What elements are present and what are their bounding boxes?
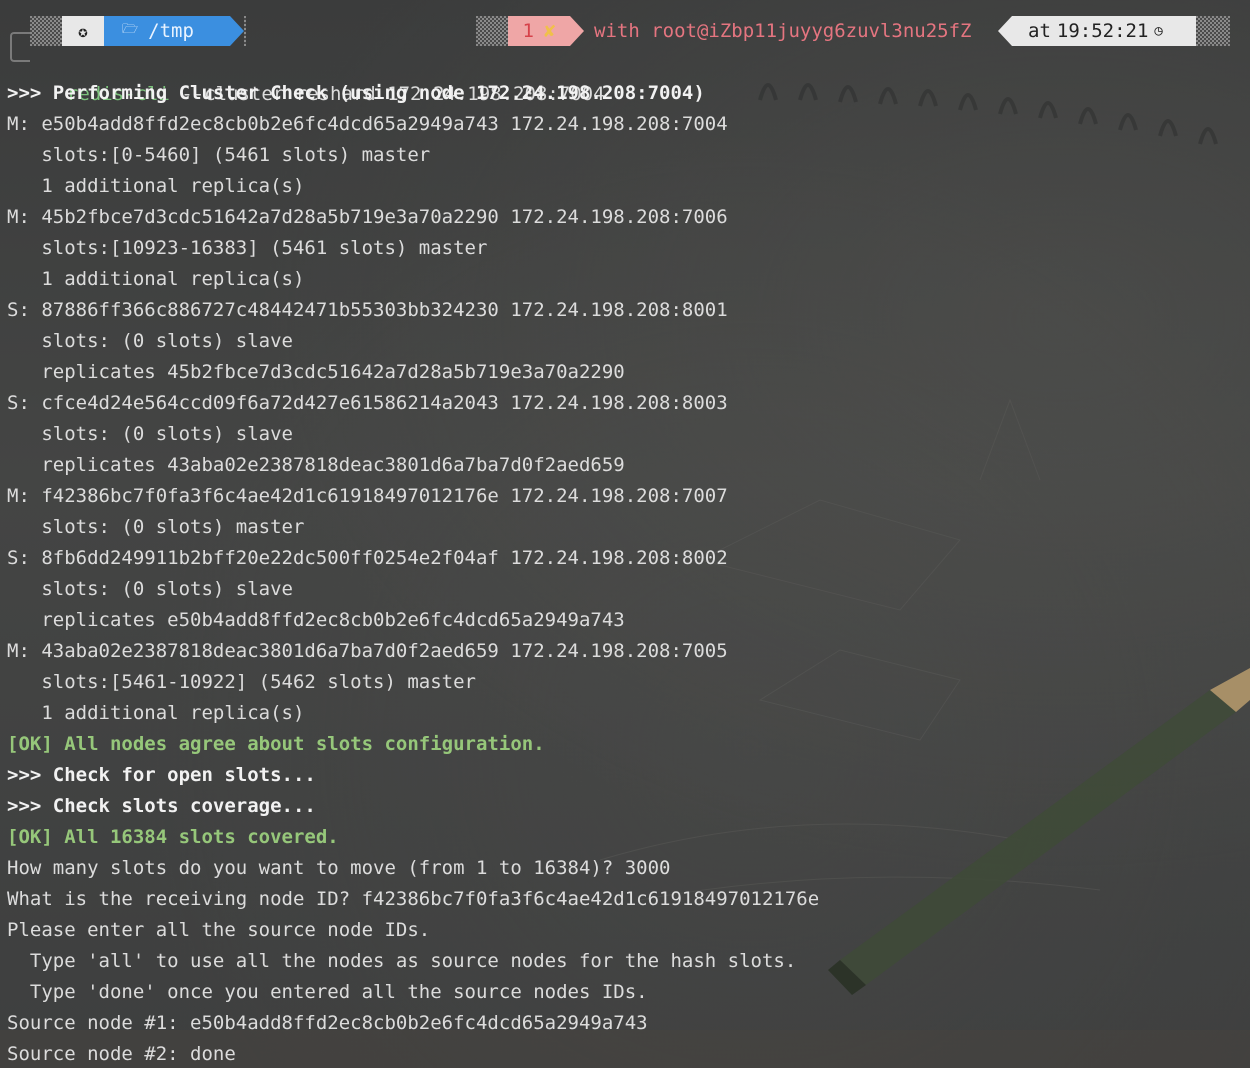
pencil-decoration xyxy=(828,668,1250,995)
output-line: 1 additional replica(s) xyxy=(7,268,305,290)
output-line: slots: (0 slots) master xyxy=(7,516,305,538)
output-line: >>> Performing Cluster Check (using node… xyxy=(7,82,705,104)
command-line[interactable]: redis-cli --cluster reshard 172.24.198.2… xyxy=(44,48,605,105)
output-line: slots: (0 slots) slave xyxy=(7,423,293,445)
output-line: replicates 43aba02e2387818deac3801d6a7ba… xyxy=(7,454,625,476)
cross-icon: ✘ xyxy=(544,20,556,42)
current-directory: /tmp xyxy=(148,20,194,42)
output-line: slots:[10923-16383] (5461 slots) master xyxy=(7,237,488,259)
output-line: slots:[0-5460] (5461 slots) master xyxy=(7,144,431,166)
status-fade xyxy=(476,16,508,46)
output-line: What is the receiving node ID? f42386bc7… xyxy=(7,888,820,910)
output-line: replicates 45b2fbce7d3cdc51642a7d28a5b71… xyxy=(7,361,625,383)
output-line: slots:[5461-10922] (5462 slots) master xyxy=(7,671,476,693)
clock-icon: ◷ xyxy=(1154,23,1163,39)
directory-segment: 🗁 /tmp xyxy=(104,16,230,46)
output-line: M: e50b4add8ffd2ec8cb0b2e6fc4dcd65a2949a… xyxy=(7,113,728,135)
folder-open-icon: 🗁 xyxy=(122,22,139,37)
current-time: 19:52:21 xyxy=(1056,20,1149,42)
terminal-output: >>> Performing Cluster Check (using node… xyxy=(7,78,819,1068)
output-line: M: f42386bc7f0fa3f6c4ae42d1c619184970121… xyxy=(7,485,728,507)
output-line: Please enter all the source node IDs. xyxy=(7,919,431,941)
output-line: >>> Check slots coverage... xyxy=(7,795,316,817)
output-line: [OK] All 16384 slots covered. xyxy=(7,826,339,848)
output-line: Source node #1: e50b4add8ffd2ec8cb0b2e6f… xyxy=(7,1012,648,1034)
output-line: Type 'done' once you entered all the sou… xyxy=(7,981,648,1003)
output-line: M: 43aba02e2387818deac3801d6a7ba7d0f2aed… xyxy=(7,640,728,662)
output-line: Type 'all' to use all the nodes as sourc… xyxy=(7,950,797,972)
output-line: >>> Check for open slots... xyxy=(7,764,316,786)
output-line: Source node #2: done xyxy=(7,1043,236,1065)
prompt-right-fade xyxy=(1196,16,1230,46)
time-prefix: at xyxy=(1028,20,1051,42)
output-line: S: cfce4d24e564ccd09f6a72d427e61586214a2… xyxy=(7,392,728,414)
time-segment: at 19:52:21 ◷ xyxy=(1012,16,1196,46)
shell-prompt-bar: ✪ 🗁 /tmp 1 ✘ with root@iZbp11juyyg6zuvl3… xyxy=(0,16,1250,46)
user-host-segment: with root@iZbp11juyyg6zuvl3nu25fZ xyxy=(584,16,996,46)
exit-code: 1 xyxy=(522,20,534,42)
os-segment: ✪ xyxy=(62,16,104,46)
output-line: [OK] All nodes agree about slots configu… xyxy=(7,733,545,755)
output-line: replicates e50b4add8ffd2ec8cb0b2e6fc4dcd… xyxy=(7,609,625,631)
prompt-left-fade xyxy=(30,16,62,46)
output-line: 1 additional replica(s) xyxy=(7,175,305,197)
output-line: M: 45b2fbce7d3cdc51642a7d28a5b719e3a70a2… xyxy=(7,206,728,228)
exit-status-segment: 1 ✘ xyxy=(508,16,570,46)
output-line: S: 87886ff366c886727c48442471b55303bb324… xyxy=(7,299,728,321)
prompt-connector xyxy=(10,32,30,62)
circle-dot-icon: ✪ xyxy=(78,21,88,41)
output-line: slots: (0 slots) slave xyxy=(7,578,293,600)
user-host-label: with root@iZbp11juyyg6zuvl3nu25fZ xyxy=(594,20,972,42)
output-line: slots: (0 slots) slave xyxy=(7,330,293,352)
output-line: 1 additional replica(s) xyxy=(7,702,305,724)
output-line: S: 8fb6dd249911b2bff20e22dc500ff0254e2f0… xyxy=(7,547,728,569)
output-line: How many slots do you want to move (from… xyxy=(7,857,671,879)
